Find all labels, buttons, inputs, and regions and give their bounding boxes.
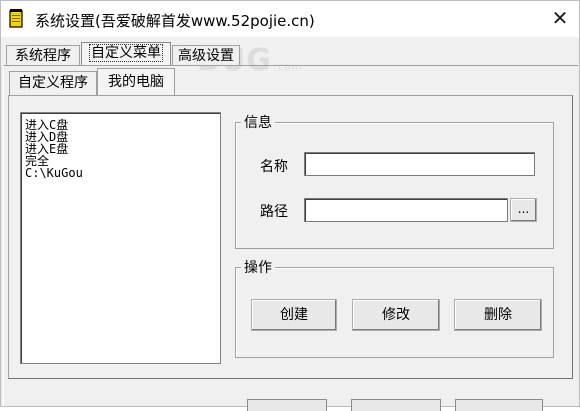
close-icon[interactable]: ✕: [545, 4, 575, 32]
tab-custom-programs[interactable]: 自定义程序: [9, 71, 97, 95]
tab-my-computer[interactable]: 我的电脑: [97, 68, 175, 96]
window-title: 系统设置(吾爱破解首发www.52pojie.cn): [35, 12, 315, 30]
path-label: 路径: [260, 204, 288, 220]
subtab-label: 自定义程序: [18, 75, 88, 91]
operations-group-title: 操作: [241, 257, 275, 277]
settings-window: 系统设置(吾爱破解首发www.52pojie.cn) ✕ BUG.com 系统程…: [0, 0, 580, 411]
create-button[interactable]: 创建: [251, 299, 337, 331]
tab-label: 高级设置: [178, 48, 234, 64]
list-item[interactable]: C:\KuGou: [21, 167, 220, 179]
path-field[interactable]: [304, 198, 508, 222]
dialog-button[interactable]: [351, 399, 441, 411]
tab-label: 系统程序: [15, 48, 71, 64]
tab-label: 自定义菜单: [89, 44, 163, 62]
shortcut-listbox[interactable]: 进入C盘 进入D盘 进入E盘 完全 C:\KuGou: [20, 112, 221, 364]
modify-button[interactable]: 修改: [352, 299, 440, 331]
name-field[interactable]: [304, 152, 535, 176]
browse-button[interactable]: ...: [510, 198, 537, 222]
tab-custom-menu[interactable]: 自定义菜单: [81, 42, 171, 65]
name-label: 名称: [260, 159, 288, 175]
dialog-button[interactable]: [247, 399, 327, 411]
title-bar[interactable]: 系统设置(吾爱破解首发www.52pojie.cn) ✕: [1, 1, 579, 37]
notepad-icon: [9, 9, 23, 28]
info-groupbox: [235, 122, 554, 249]
dialog-button[interactable]: [455, 399, 543, 411]
subtab-label: 我的电脑: [108, 74, 164, 90]
tab-advanced-settings[interactable]: 高级设置: [172, 45, 240, 65]
info-group-title: 信息: [241, 112, 275, 132]
delete-button[interactable]: 删除: [454, 299, 542, 331]
list-item[interactable]: 进入E盘: [21, 143, 220, 155]
tab-system-programs[interactable]: 系统程序: [6, 45, 80, 65]
